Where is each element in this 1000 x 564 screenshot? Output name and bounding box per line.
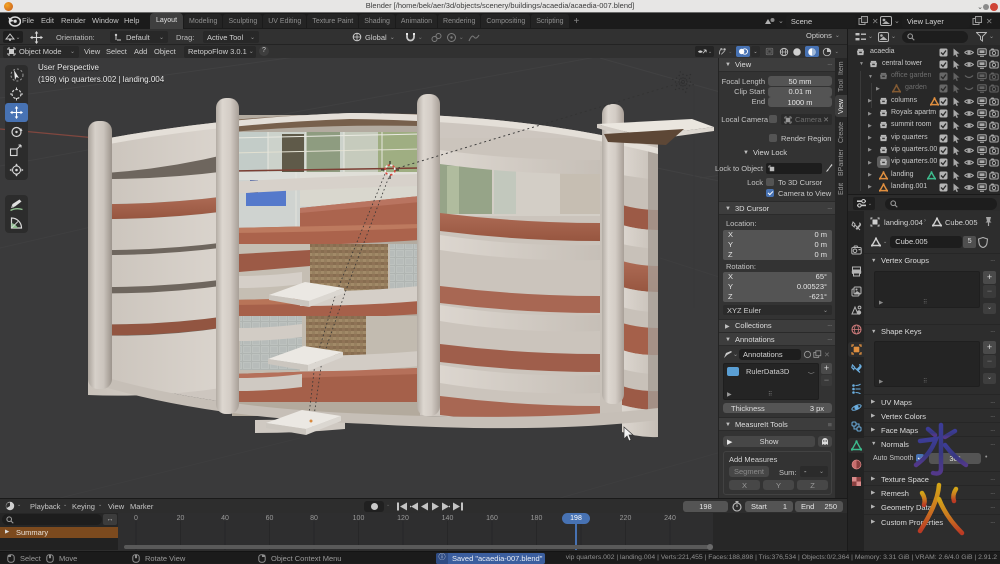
svg-text:160: 160 — [486, 515, 498, 522]
svg-text:120: 120 — [397, 515, 409, 522]
svg-text:60: 60 — [266, 515, 274, 522]
svg-text:180: 180 — [531, 515, 543, 522]
svg-text:80: 80 — [310, 515, 318, 522]
svg-text:20: 20 — [177, 515, 185, 522]
svg-text:240: 240 — [664, 515, 676, 522]
svg-text:40: 40 — [221, 515, 229, 522]
svg-text:220: 220 — [620, 515, 632, 522]
svg-text:100: 100 — [353, 515, 365, 522]
svg-text:140: 140 — [442, 515, 454, 522]
svg-text:0: 0 — [134, 515, 138, 522]
